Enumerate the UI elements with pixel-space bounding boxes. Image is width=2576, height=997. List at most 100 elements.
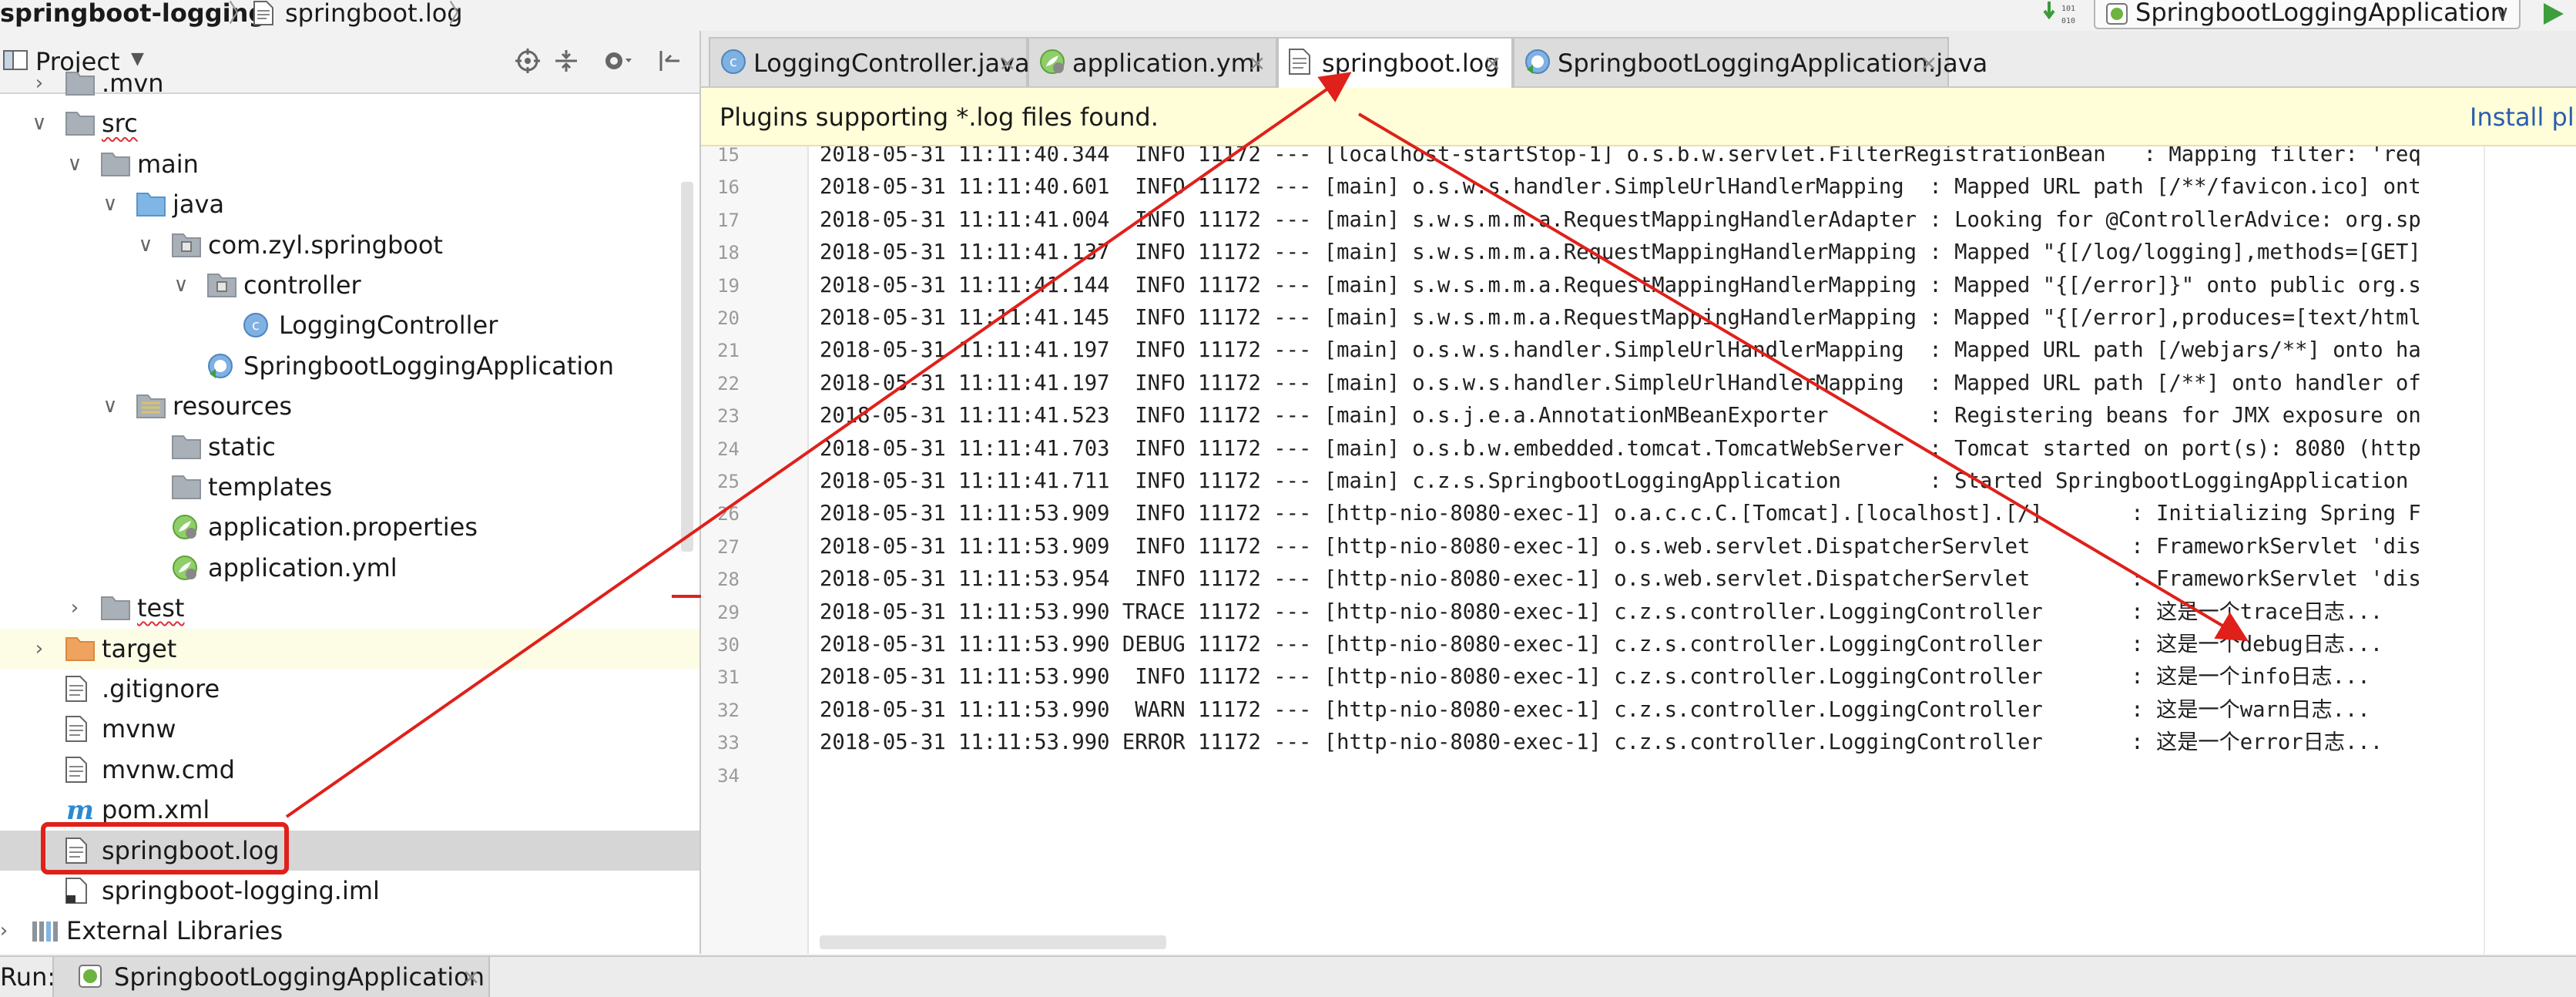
project-tool-window: Project ▼ › .mvn ∨ src ∨ main ∨ java ∨ com.zyl.sp… <box>0 31 701 954</box>
tree-item[interactable]: springboot-logging.iml <box>0 871 699 911</box>
log-line[interactable]: 2018-05-31 11:11:41.197 INFO 11172 --- [… <box>820 334 2421 367</box>
run-label: Run: <box>0 962 56 992</box>
tree-item[interactable]: › .mvn <box>0 63 699 103</box>
line-number: 17 <box>717 209 740 231</box>
chevron-right-icon[interactable]: › <box>28 636 51 661</box>
line-number-gutter: 15 16 17 18 19 20 21 22 23 24 25 26 27 28 29 30 31 32 33 34 <box>701 146 809 954</box>
close-icon[interactable]: × <box>1248 49 1266 77</box>
breadcrumb-file[interactable]: springboot.log <box>285 0 463 29</box>
log-line[interactable]: 2018-05-31 11:11:41.137 INFO 11172 --- [… <box>820 237 2421 269</box>
code-editor[interactable]: 15 16 17 18 19 20 21 22 23 24 25 26 27 28 29 30 31 32 33 34… <box>701 146 2576 954</box>
tree-item[interactable]: m pom.xml <box>0 790 699 830</box>
chevron-down-icon[interactable]: ∨ <box>169 273 193 297</box>
chevron-down-icon[interactable]: ∨ <box>63 152 86 176</box>
package-icon <box>206 271 237 302</box>
tree-item[interactable]: mvnw.cmd <box>0 750 699 790</box>
java-class-icon: c <box>242 311 270 342</box>
tree-item[interactable]: › target <box>0 628 699 669</box>
tree-item[interactable]: › test <box>0 588 699 628</box>
tree-item-label: test <box>137 593 185 623</box>
tree-item-label: .mvn <box>102 69 164 98</box>
log-line[interactable]: 2018-05-31 11:11:53.909 INFO 11172 --- [… <box>820 531 2421 563</box>
svg-text:101: 101 <box>2061 5 2075 13</box>
chevron-right-icon[interactable]: › <box>0 918 15 943</box>
log-line[interactable]: 2018-05-31 11:11:41.703 INFO 11172 --- [… <box>820 433 2421 465</box>
tree-item[interactable]: ∨ main <box>0 144 699 184</box>
install-plugins-link[interactable]: Install plu <box>2470 102 2576 133</box>
source-folder-icon <box>136 190 166 221</box>
log-line[interactable]: 2018-05-31 11:11:53.909 INFO 11172 --- [… <box>820 498 2421 530</box>
log-line[interactable]: 2018-05-31 11:11:40.601 INFO 11172 --- [… <box>820 171 2421 203</box>
build-project-icon[interactable]: 101 010 <box>2041 0 2088 31</box>
log-line[interactable]: 2018-05-31 11:11:40.344 INFO 11172 --- [… <box>820 146 2421 171</box>
tree-item-label: controller <box>243 270 361 300</box>
log-line[interactable]: 2018-05-31 11:11:53.954 INFO 11172 --- [… <box>820 563 2421 596</box>
chevron-right-icon[interactable]: › <box>63 596 86 620</box>
tree-item[interactable]: templates <box>0 467 699 507</box>
close-icon[interactable]: × <box>998 49 1016 77</box>
text-file-icon <box>1288 48 1311 79</box>
tree-item[interactable]: c LoggingController <box>0 305 699 345</box>
log-line[interactable]: 2018-05-31 11:11:41.004 INFO 11172 --- [… <box>820 204 2421 237</box>
tree-item[interactable]: ∨ src <box>0 103 699 143</box>
log-line[interactable]: 2018-05-31 11:11:53.990 DEBUG 11172 --- … <box>820 629 2383 661</box>
tree-item[interactable]: ∨ com.zyl.springboot <box>0 225 699 265</box>
run-configuration-selector[interactable]: SpringbootLoggingApplication ∨ <box>2094 0 2521 29</box>
java-class-icon: c <box>719 48 747 79</box>
close-icon[interactable]: × <box>462 963 480 991</box>
editor-tab[interactable]: springboot.log × <box>1277 37 1513 89</box>
maven-icon: m <box>65 795 96 827</box>
editor-tab-bar: c LoggingController.java × application.yml ×… <box>701 31 2576 89</box>
chevron-down-icon[interactable]: ∨ <box>99 192 122 217</box>
close-icon[interactable]: × <box>1484 49 1501 77</box>
run-tab[interactable]: SpringbootLoggingApplication × <box>52 957 490 997</box>
tree-item-label: target <box>102 633 177 663</box>
log-line[interactable]: 2018-05-31 11:11:41.144 INFO 11172 --- [… <box>820 270 2421 302</box>
right-margin-guide <box>2484 146 2485 954</box>
tree-item[interactable]: application.yml <box>0 548 699 588</box>
run-play-icon[interactable] <box>2539 0 2570 31</box>
log-line[interactable]: 2018-05-31 11:11:41.523 INFO 11172 --- [… <box>820 400 2421 432</box>
tree-item[interactable]: springboot.log <box>0 830 699 871</box>
chevron-down-icon: ∨ <box>2494 2 2510 25</box>
tree-item[interactable]: ∨ controller <box>0 265 699 305</box>
editor-tab[interactable]: c LoggingController.java × <box>709 37 1030 86</box>
tree-item[interactable]: ∨ java <box>0 184 699 224</box>
tree-item[interactable]: .gitignore <box>0 669 699 709</box>
vertical-scrollbar[interactable] <box>681 182 693 552</box>
line-number: 30 <box>717 634 740 656</box>
tree-item[interactable]: mvnw <box>0 709 699 749</box>
tree-item-label: application.properties <box>208 512 478 542</box>
chevron-down-icon[interactable]: ∨ <box>99 394 122 418</box>
log-line[interactable]: 2018-05-31 11:11:53.990 INFO 11172 --- [… <box>820 661 2370 693</box>
spring-config-icon <box>1038 48 1069 79</box>
log-line[interactable]: 2018-05-31 11:11:53.990 ERROR 11172 --- … <box>820 727 2383 759</box>
tree-item[interactable]: › External Libraries <box>0 911 699 951</box>
notification-text: Plugins supporting *.log files found. <box>719 102 1159 132</box>
tree-item[interactable]: static <box>0 427 699 467</box>
log-line[interactable]: 2018-05-31 11:11:53.990 WARN 11172 --- [… <box>820 694 2370 727</box>
libraries-icon <box>29 917 60 948</box>
svg-text:m: m <box>66 796 94 824</box>
log-line[interactable]: 2018-05-31 11:11:53.990 TRACE 11172 --- … <box>820 596 2383 629</box>
editor-tab[interactable]: application.yml × <box>1028 37 1277 86</box>
tree-item[interactable]: SpringbootLoggingApplication <box>0 346 699 386</box>
text-file-icon <box>65 715 88 746</box>
tree-item[interactable]: ∨ resources <box>0 386 699 426</box>
tree-item-label: resources <box>173 391 293 421</box>
run-tab-label: SpringbootLoggingApplication <box>114 962 485 992</box>
chevron-right-icon[interactable]: › <box>28 71 51 96</box>
log-line[interactable]: 2018-05-31 11:11:41.711 INFO 11172 --- [… <box>820 465 2421 498</box>
editor-tab[interactable]: SpringbootLoggingApplication.java × <box>1513 37 1987 86</box>
folder-icon <box>65 69 96 100</box>
chevron-down-icon[interactable]: ∨ <box>28 111 51 136</box>
breadcrumb-project[interactable]: springboot-logging <box>0 0 266 29</box>
line-number: 19 <box>717 274 740 297</box>
log-line[interactable]: 2018-05-31 11:11:41.145 INFO 11172 --- [… <box>820 302 2421 334</box>
close-icon[interactable]: × <box>1920 49 1937 77</box>
tree-item[interactable]: application.properties <box>0 507 699 547</box>
horizontal-scrollbar[interactable] <box>820 935 1166 949</box>
log-line[interactable]: 2018-05-31 11:11:41.197 INFO 11172 --- [… <box>820 368 2421 400</box>
run-tool-window-bar: Run: SpringbootLoggingApplication × <box>0 955 2576 997</box>
chevron-down-icon[interactable]: ∨ <box>134 233 157 257</box>
